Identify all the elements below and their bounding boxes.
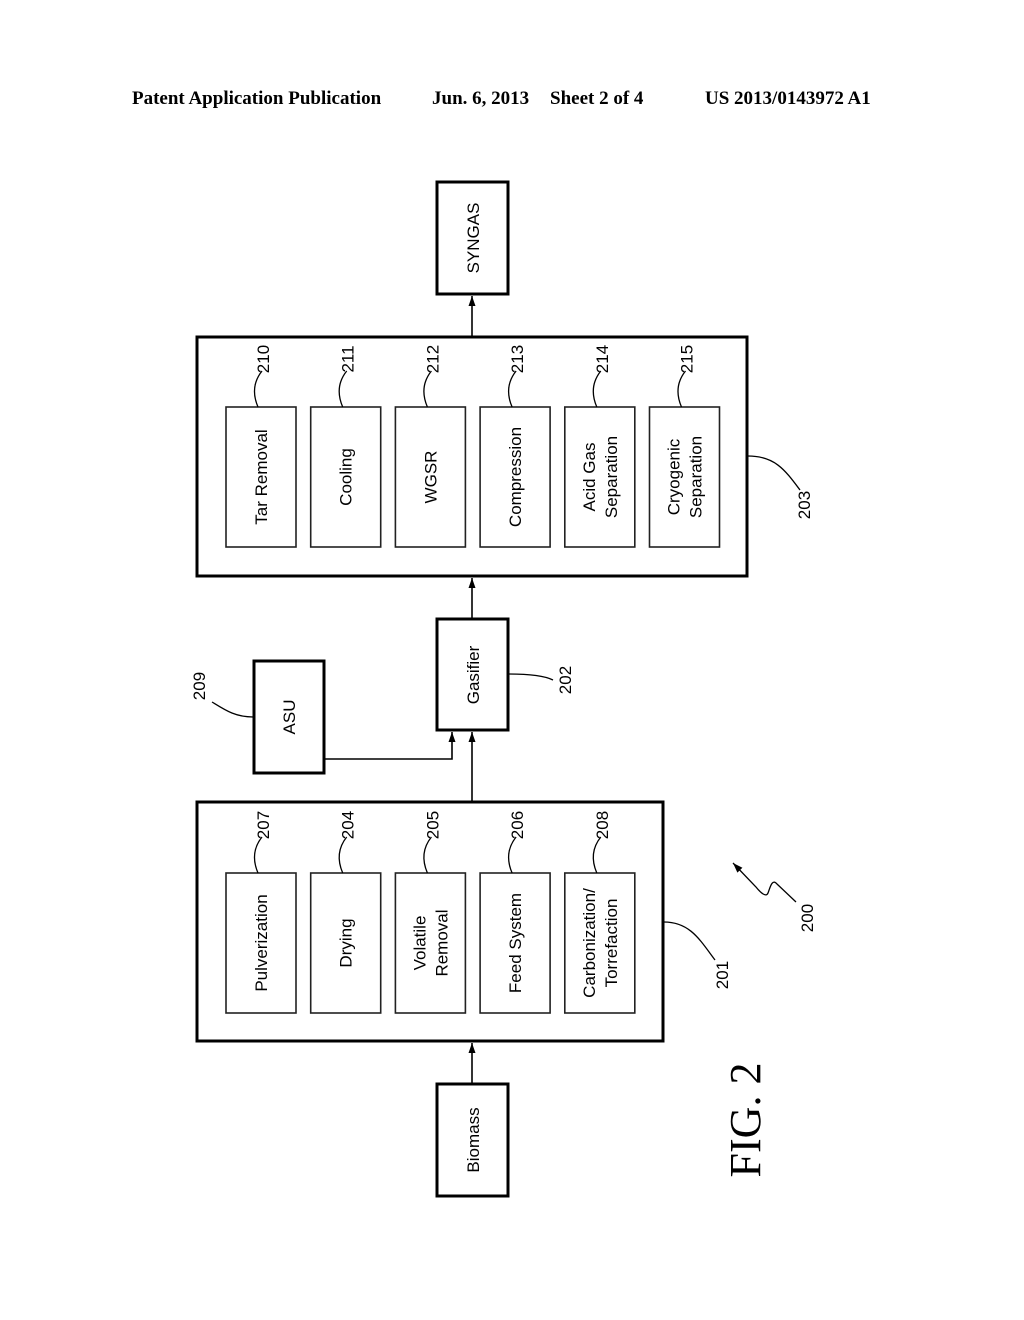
step-label: Carbonization/ [580, 888, 599, 998]
step-box [563, 872, 636, 1014]
gasifier-label: Gasifier [464, 645, 483, 704]
step-label: Tar Removal [252, 429, 271, 524]
step-label: Cooling [337, 448, 356, 506]
step-label: Torrefaction [602, 899, 621, 988]
ref-202: 202 [556, 666, 575, 694]
figure-label: FIG. 2 [721, 1063, 770, 1178]
ref-203: 203 [795, 491, 814, 519]
step-label: Pulverization [252, 894, 271, 991]
leader-201 [663, 921, 716, 961]
step-box [394, 872, 467, 1014]
asu-box: ASU 209 [190, 659, 326, 775]
syngas-box: SYNGAS [435, 180, 510, 296]
step-label: WGSR [421, 451, 440, 504]
ref-211: 211 [339, 345, 358, 372]
step-label: Drying [337, 918, 356, 967]
arrow-asu-to-gasifier [325, 732, 456, 760]
biomass-box: Biomass [435, 1082, 510, 1198]
leader-209 [211, 701, 254, 718]
step-label: Cryogenic [665, 438, 684, 515]
squiggle-arrow-icon [732, 862, 797, 903]
asu-label: ASU [280, 700, 299, 735]
pretreatment-block: Pulverization 207 Drying 204 Volatile Removal… [195, 800, 732, 1043]
step-label: Compression [506, 427, 525, 527]
step-label: Separation [687, 436, 706, 518]
step-box [648, 406, 721, 548]
ref-200: 200 [798, 904, 817, 932]
leader-202 [508, 673, 554, 681]
step-label: Removal [432, 909, 451, 976]
ref-213: 213 [508, 345, 527, 373]
cleanup-block: Tar Removal 210 Cooling 211 WGSR 212 Compressi… [195, 335, 814, 578]
ref-205: 205 [423, 811, 442, 839]
ref-209: 209 [190, 672, 209, 700]
step-label: Feed System [506, 893, 525, 993]
step-box [563, 406, 636, 548]
ref-215: 215 [678, 345, 697, 373]
system-ref-indicator: 200 [732, 862, 817, 932]
step-label: Separation [602, 436, 621, 518]
gasifier-box: Gasifier 202 [435, 617, 575, 732]
ref-214: 214 [593, 345, 612, 373]
ref-208: 208 [593, 811, 612, 839]
ref-207: 207 [254, 811, 273, 839]
step-label: Volatile [410, 916, 429, 971]
ref-206: 206 [508, 811, 527, 839]
ref-204: 204 [339, 811, 358, 839]
step-label: Acid Gas [580, 443, 599, 512]
ref-210: 210 [254, 345, 273, 373]
syngas-label: SYNGAS [464, 203, 483, 274]
biomass-label: Biomass [464, 1107, 483, 1172]
process-flow-diagram: SYNGAS Tar Removal 210 Cooling 211 WGSR 212 Co… [190, 180, 817, 1198]
ref-201: 201 [713, 961, 732, 989]
ref-212: 212 [423, 345, 442, 373]
leader-203 [747, 455, 801, 491]
